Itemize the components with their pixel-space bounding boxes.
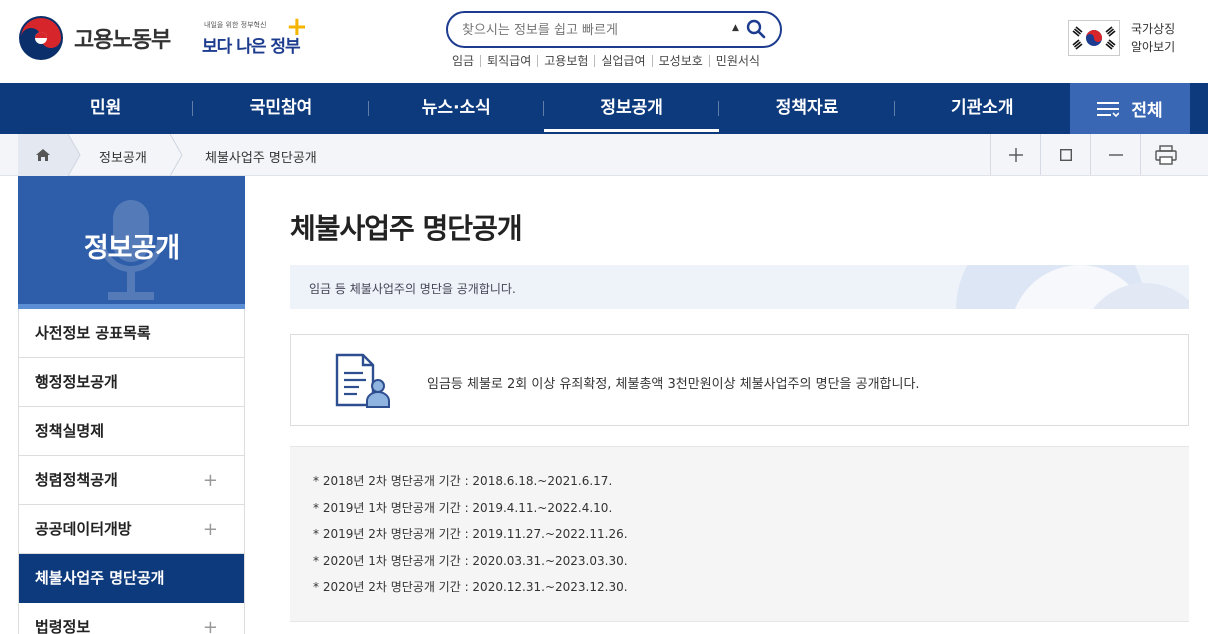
- period-item: * 2020년 2차 명단공개 기간 : 2020.12.31.~2023.12…: [313, 580, 628, 594]
- gnb-item-participation[interactable]: 국민참여: [193, 83, 369, 134]
- printer-icon: [1154, 144, 1177, 165]
- side-nav-item-label: 행정정보공개: [35, 373, 118, 391]
- ministry-logo[interactable]: 고용노동부: [18, 15, 171, 61]
- breadcrumb-current: 체불사업주 명단공개: [205, 151, 317, 166]
- breadcrumb-chevron-icon: [170, 134, 183, 176]
- period-item: * 2020년 1차 명단공개 기간 : 2020.03.31.~2023.03…: [313, 553, 628, 568]
- quick-link[interactable]: 고용보험: [537, 55, 594, 67]
- gov-slogan-logo: 내일을 위한 정부혁신 보다 나은 정부 +: [202, 12, 308, 62]
- national-flag-icon[interactable]: [1068, 20, 1120, 56]
- expand-plus-icon[interactable]: +: [203, 505, 218, 554]
- side-nav-item[interactable]: 정책실명제: [19, 407, 244, 456]
- page-title: 체불사업주 명단공개: [290, 212, 523, 245]
- breadcrumb-chevron-icon: [68, 134, 81, 176]
- home-icon: [36, 149, 50, 161]
- search-icon[interactable]: [746, 19, 766, 39]
- side-nav-item[interactable]: 사전정보 공표목록: [19, 309, 244, 358]
- breadcrumb-item[interactable]: 정보공개: [99, 147, 147, 166]
- ministry-name: 고용노동부: [74, 28, 171, 53]
- print-button[interactable]: [1140, 134, 1190, 175]
- side-nav-item-label: 사전정보 공표목록: [35, 324, 151, 342]
- main-content: 체불사업주 명단공개 임금 등 체불사업주의 명단을 공개합니다. 임금등 체불…: [290, 176, 1189, 634]
- taegukgi-icon: [1072, 26, 1116, 50]
- gnb-item-label: 기관소개: [951, 98, 1014, 118]
- side-nav-item[interactable]: 청렴정책공개 +: [19, 456, 244, 505]
- gnb-item-news[interactable]: 뉴스·소식: [369, 83, 545, 134]
- slogan-plus-icon: +: [286, 12, 308, 42]
- side-nav-item-label: 정책실명제: [35, 422, 105, 440]
- side-nav-item-label: 공공데이터개방: [35, 520, 132, 538]
- quick-link[interactable]: 실업급여: [594, 55, 651, 67]
- side-nav-item-label: 청렴정책공개: [35, 471, 118, 489]
- active-underline: [543, 129, 720, 132]
- national-symbol-line1: 국가상징: [1131, 22, 1176, 36]
- quick-link[interactable]: 모성보호: [651, 55, 709, 67]
- side-nav-item-label: 법령정보: [35, 618, 91, 634]
- intro-banner: 임금 등 체불사업주의 명단을 공개합니다.: [290, 265, 1189, 309]
- info-text: 임금등 체불로 2회 이상 유죄확정, 체불총액 3천만원이상 체불사업주의 명…: [427, 377, 920, 392]
- intro-text: 임금 등 체불사업주의 명단을 공개합니다.: [309, 282, 516, 296]
- gnb-item-label: 국민참여: [249, 98, 313, 118]
- all-menu-button[interactable]: 전체: [1070, 83, 1190, 134]
- side-nav-item[interactable]: 행정정보공개: [19, 358, 244, 407]
- zoom-reset-button[interactable]: [1040, 134, 1090, 175]
- period-item: * 2019년 2차 명단공개 기간 : 2019.11.27.~2022.11…: [313, 527, 628, 541]
- all-menu-label: 전체: [1131, 101, 1163, 121]
- period-item: * 2019년 1차 명단공개 기간 : 2019.4.11.~2022.4.1…: [313, 500, 613, 515]
- national-symbol-line2: 알아보기: [1131, 40, 1176, 54]
- zoom-in-button[interactable]: [990, 134, 1040, 175]
- search-box: ▲: [446, 11, 782, 48]
- gnb-item-disclosure[interactable]: 정보공개: [543, 83, 720, 134]
- search-input[interactable]: [462, 20, 722, 40]
- gnb-item-civil-service[interactable]: 민원: [18, 83, 194, 134]
- period-item: * 2018년 2차 명단공개 기간 : 2018.6.18.~2021.6.1…: [313, 474, 613, 488]
- gnb-menu: 민원 국민참여 뉴스·소식 정보공개 정책자료 기관소개: [18, 83, 1070, 134]
- expand-plus-icon[interactable]: +: [203, 603, 218, 634]
- side-nav-item-active[interactable]: 체불사업주 명단공개: [19, 554, 244, 603]
- quick-link[interactable]: 임금: [452, 55, 480, 67]
- side-nav-item-label: 체불사업주 명단공개: [35, 569, 165, 587]
- hamburger-icon: [1097, 101, 1120, 117]
- search-dropdown-caret-icon[interactable]: ▲: [732, 23, 739, 33]
- minus-icon: [1108, 153, 1123, 156]
- site-header: 고용노동부 내일을 위한 정부혁신 보다 나은 정부 + ▲ 임금 퇴직급여 고…: [0, 0, 1208, 83]
- gnb-item-about[interactable]: 기관소개: [895, 83, 1070, 134]
- taegeuk-emblem-icon: [19, 16, 63, 60]
- document-person-icon: [335, 353, 390, 408]
- global-nav: 민원 국민참여 뉴스·소식 정보공개 정책자료 기관소개 전체: [0, 83, 1208, 134]
- info-box: 임금등 체불로 2회 이상 유죄확정, 체불총액 3천만원이상 체불사업주의 명…: [290, 334, 1189, 426]
- gnb-item-label: 뉴스·소식: [421, 98, 491, 118]
- gnb-item-label: 정보공개: [600, 98, 663, 118]
- side-nav-header: 정보공개: [18, 176, 245, 309]
- side-nav: 정보공개 사전정보 공표목록 행정정보공개 정책실명제 청렴정책공개 + 공공데이…: [18, 176, 245, 634]
- side-nav-list: 사전정보 공표목록 행정정보공개 정책실명제 청렴정책공개 + 공공데이터개방 + …: [18, 309, 245, 634]
- side-nav-item[interactable]: 법령정보 +: [19, 603, 244, 634]
- quick-link[interactable]: 퇴직급여: [480, 55, 537, 67]
- home-button[interactable]: [18, 134, 68, 176]
- gnb-item-label: 민원: [90, 98, 122, 118]
- gnb-item-policy[interactable]: 정책자료: [719, 83, 895, 134]
- zoom-out-button[interactable]: [1090, 134, 1140, 175]
- square-icon: [1059, 148, 1072, 161]
- period-list: * 2018년 2차 명단공개 기간 : 2018.6.18.~2021.6.1…: [313, 471, 628, 604]
- breadcrumb: 정보공개 체불사업주 명단공개: [0, 134, 1208, 176]
- plus-icon: [1008, 147, 1023, 162]
- gnb-item-label: 정책자료: [775, 98, 839, 118]
- national-symbol-link[interactable]: 국가상징 알아보기: [1131, 20, 1175, 56]
- expand-plus-icon[interactable]: +: [203, 456, 218, 505]
- side-nav-title: 정보공개: [83, 233, 180, 264]
- page-tools: [990, 134, 1190, 175]
- disclosure-periods: * 2018년 2차 명단공개 기간 : 2018.6.18.~2021.6.1…: [290, 446, 1189, 622]
- quick-link[interactable]: 민원서식: [708, 55, 766, 67]
- quick-links: 임금 퇴직급여 고용보험 실업급여 모성보호 민원서식: [452, 55, 766, 67]
- side-nav-item[interactable]: 공공데이터개방 +: [19, 505, 244, 554]
- slogan-small-text: 내일을 위한 정부혁신: [204, 21, 267, 29]
